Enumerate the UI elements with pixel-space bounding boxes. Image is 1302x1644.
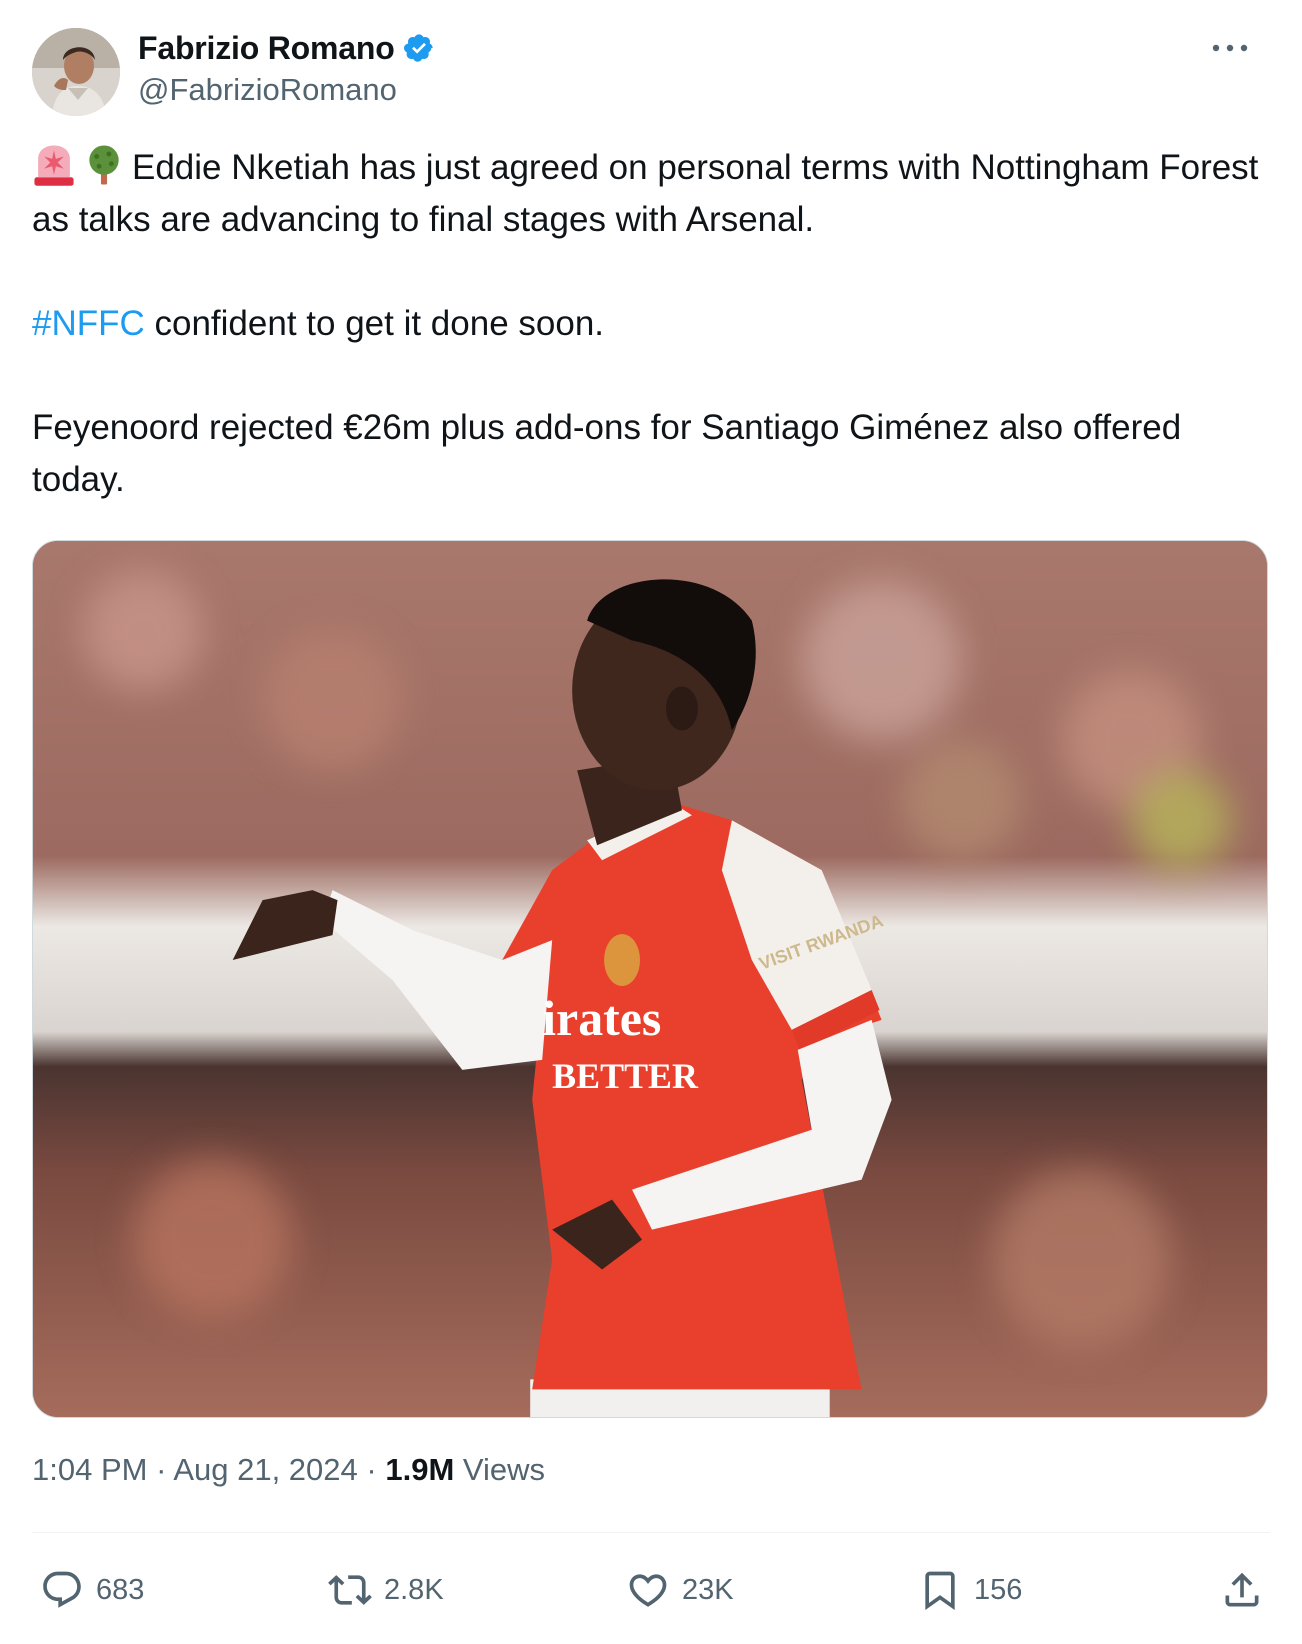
reply-count: 683 (96, 1573, 145, 1606)
author-display-name[interactable]: Fabrizio Romano (138, 30, 395, 67)
tweet-meta: 1:04 PM · Aug 21, 2024 · 1.9M Views (32, 1452, 545, 1488)
tweet-paragraph-3: Feyenoord rejected €26m plus add-ons for… (32, 408, 1182, 499)
football-player-photo-icon: irates BETTER VISIT RWANDA (33, 541, 1267, 1417)
tweet-actions-bar: 683 2.8K 23K 156 (32, 1560, 1270, 1620)
author-name-row: Fabrizio Romano (138, 28, 435, 68)
reply-icon (43, 1571, 81, 1608)
jersey-slogan-text: BETTER (552, 1056, 699, 1096)
profile-photo-icon (32, 28, 120, 116)
more-dots-icon (1212, 44, 1248, 52)
bookmark-count: 156 (974, 1573, 1023, 1606)
retweet-icon (328, 1575, 372, 1605)
share-upload-icon (1225, 1572, 1259, 1607)
hashtag-link[interactable]: #NFFC (32, 304, 145, 343)
meta-separator: · (156, 1452, 167, 1487)
share-button[interactable] (1220, 1560, 1264, 1620)
heart-icon (629, 1574, 667, 1607)
views-label: Views (462, 1452, 546, 1487)
tweet-date[interactable]: Aug 21, 2024 (173, 1452, 357, 1487)
views-count: 1.9M (385, 1452, 455, 1487)
author-handle[interactable]: @FabrizioRomano (138, 72, 397, 108)
tweet-card: Fabrizio Romano @FabrizioRomano Eddie Nk… (0, 0, 1302, 1644)
bookmark-button[interactable]: 156 (918, 1560, 1022, 1620)
verified-badge-icon (403, 34, 433, 62)
bookmark-icon (925, 1571, 955, 1611)
jersey-sponsor-text: irates (542, 991, 661, 1046)
rotating-light-emoji-icon (34, 145, 74, 186)
tweet-time[interactable]: 1:04 PM (32, 1452, 147, 1487)
like-button[interactable]: 23K (626, 1560, 734, 1620)
like-count: 23K (682, 1573, 734, 1606)
tweet-text: Eddie Nketiah has just agreed on persona… (32, 142, 1270, 506)
tweet-media-photo[interactable]: irates BETTER VISIT RWANDA (32, 540, 1268, 1418)
meta-separator: · (366, 1452, 377, 1487)
retweet-button[interactable]: 2.8K (328, 1560, 444, 1620)
retweet-count: 2.8K (384, 1573, 444, 1606)
tweet-paragraph-2: #NFFC confident to get it done soon. (32, 298, 1270, 350)
tweet-paragraph-1: Eddie Nketiah has just agreed on persona… (32, 142, 1270, 246)
tweet-line-1: Eddie Nketiah has just agreed on persona… (32, 148, 1259, 239)
more-options-button[interactable] (1208, 30, 1252, 66)
actions-divider (32, 1532, 1270, 1533)
reply-button[interactable]: 683 (40, 1560, 144, 1620)
tweet-line-2: confident to get it done soon. (144, 304, 605, 343)
author-avatar[interactable] (32, 28, 120, 116)
deciduous-tree-emoji-icon (89, 145, 119, 185)
